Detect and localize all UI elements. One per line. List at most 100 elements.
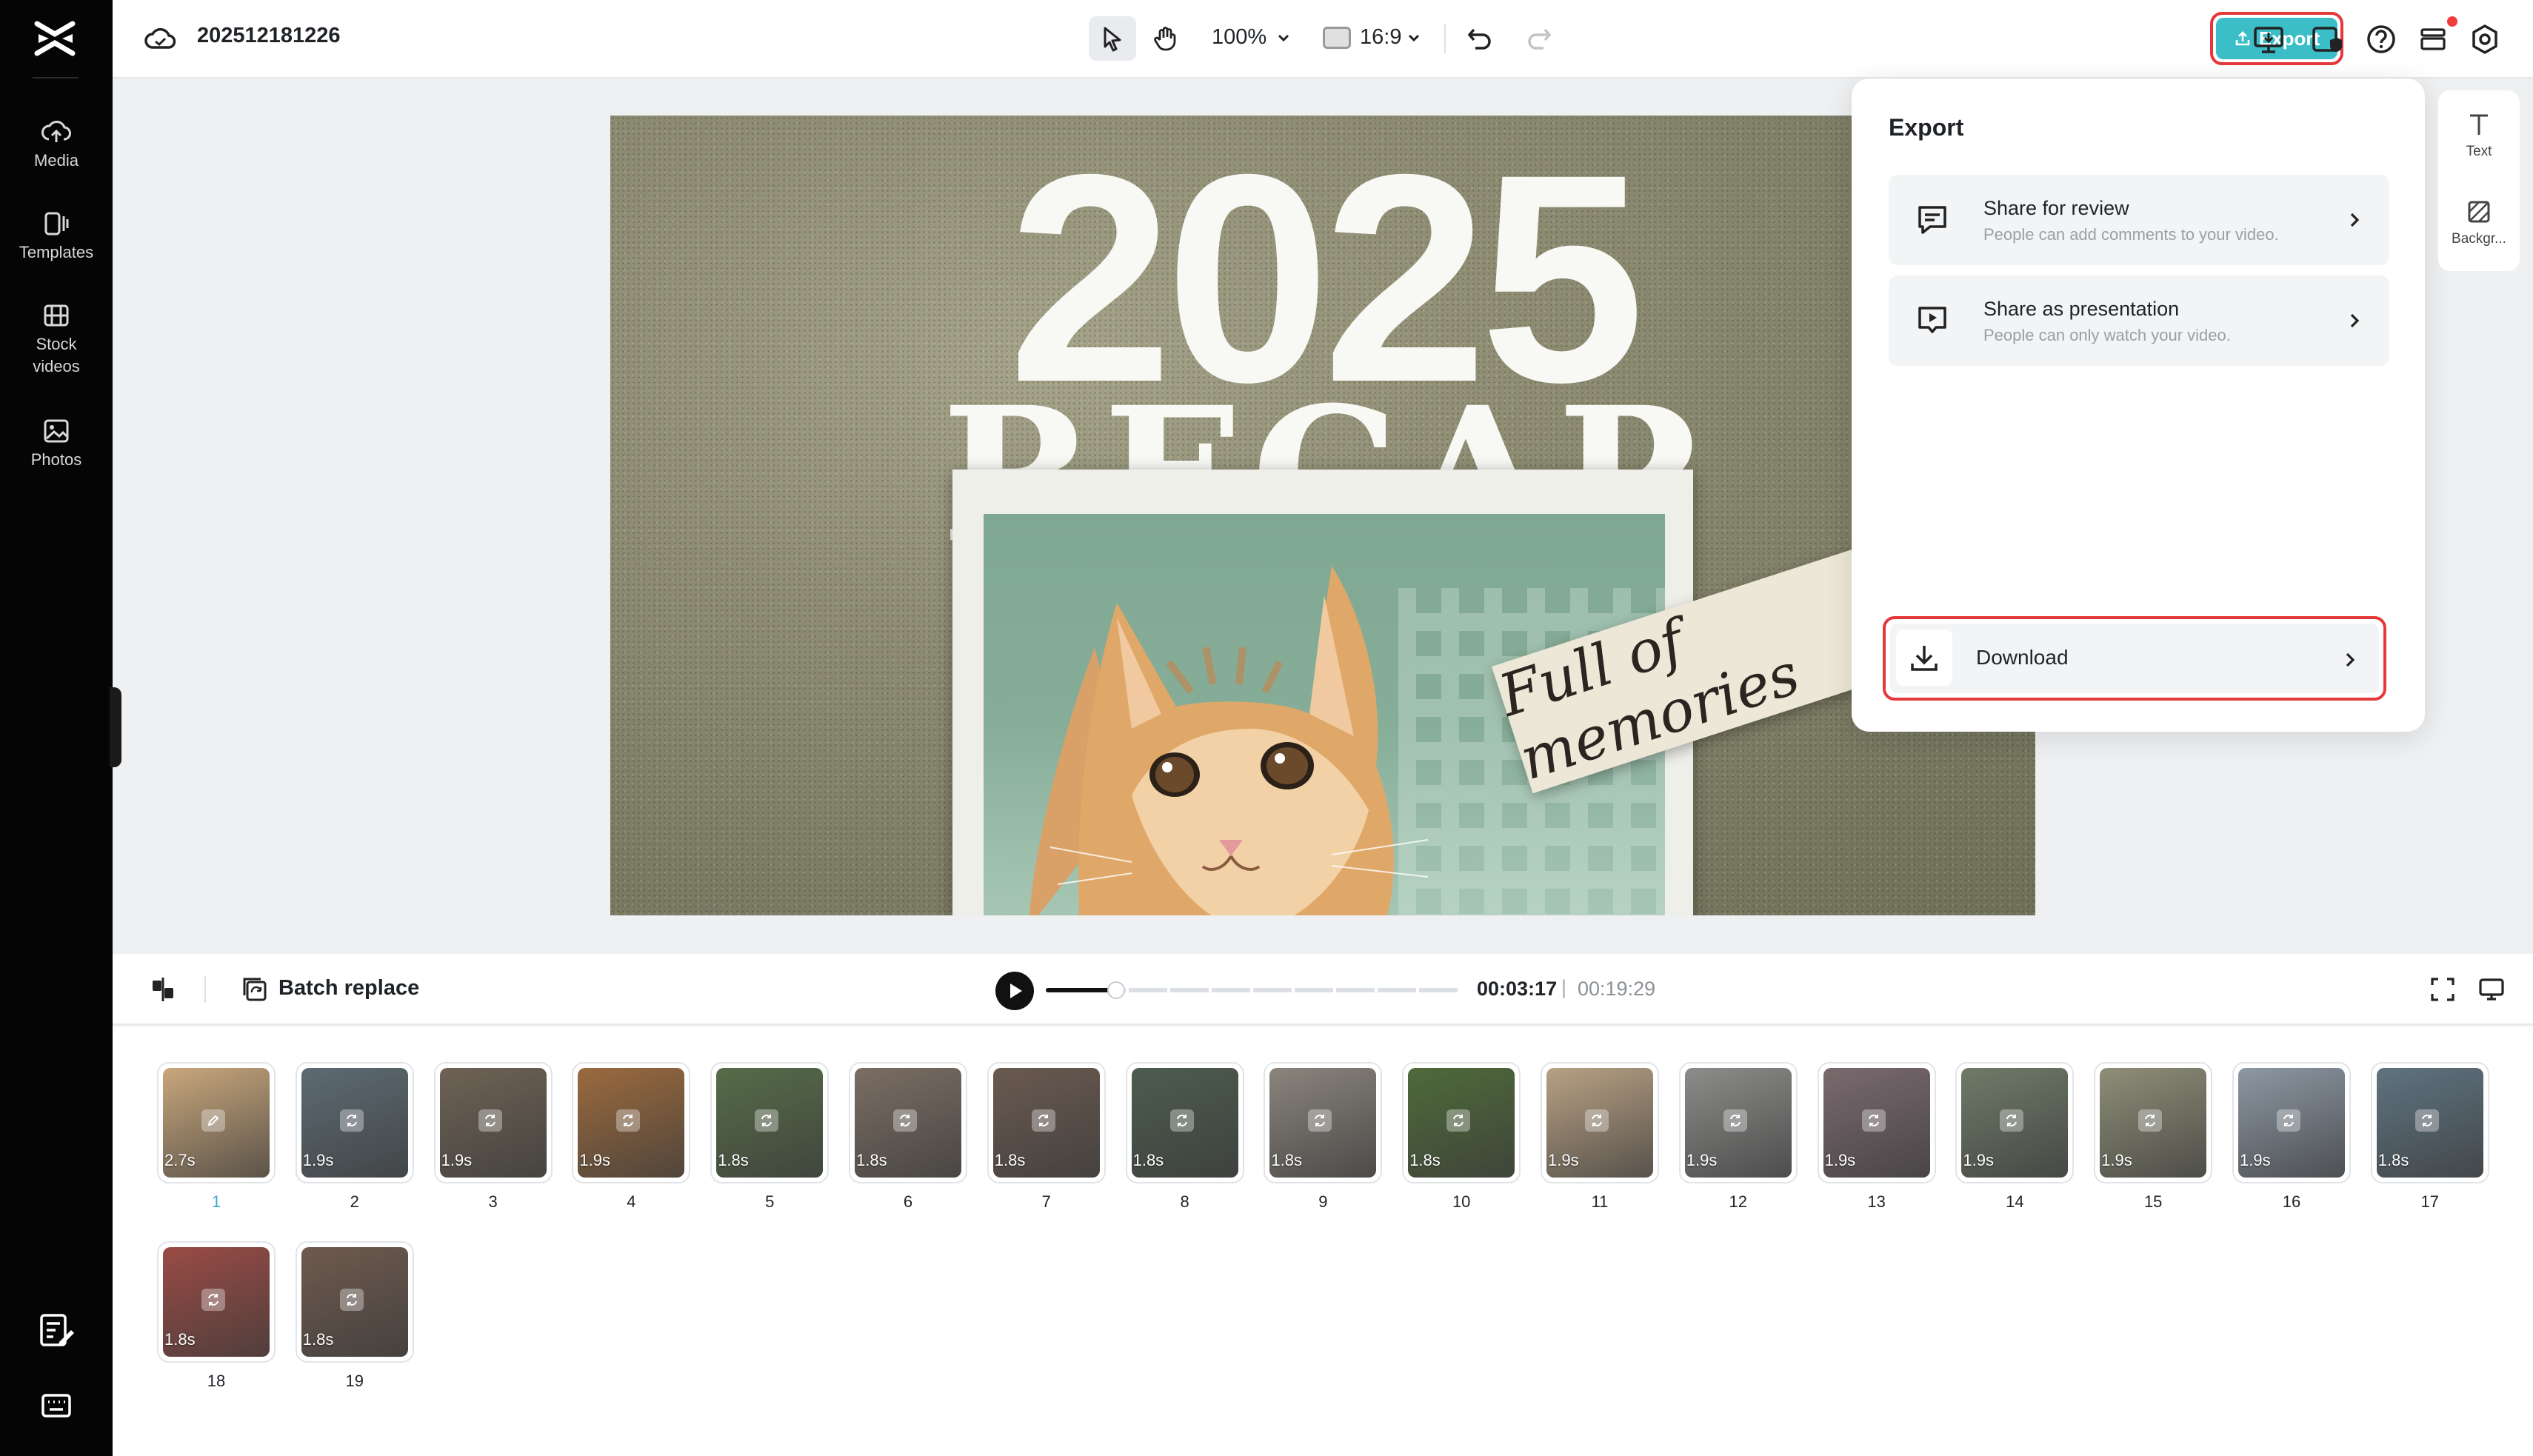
right-panel-background[interactable]: Backgr... <box>2438 197 2520 247</box>
thumbnail-number: 2 <box>350 1192 359 1211</box>
replace-icon[interactable] <box>1446 1109 1471 1132</box>
export-panel: Export Share for review People can add c… <box>1852 79 2425 732</box>
thumbnail-duration: 1.9s <box>2101 1151 2132 1169</box>
download-option[interactable]: Download <box>1890 624 2379 693</box>
sidebar-item-label: Stock videos <box>33 335 80 375</box>
undo-icon[interactable] <box>1464 22 1496 55</box>
present-screen-icon[interactable] <box>2252 22 2286 56</box>
thumbnail-number: 7 <box>1041 1192 1051 1211</box>
keyboard-icon[interactable] <box>37 1386 76 1425</box>
replace-icon[interactable] <box>1308 1109 1332 1132</box>
scene-thumbnail[interactable]: 1.8s <box>849 1062 967 1183</box>
settings-gear-icon[interactable] <box>2468 22 2502 56</box>
help-icon[interactable] <box>2364 22 2398 56</box>
batch-replace-button[interactable]: Batch replace <box>278 976 419 1001</box>
replace-icon[interactable] <box>2138 1109 2163 1132</box>
monitor-icon[interactable] <box>2477 975 2506 1004</box>
replace-icon[interactable] <box>1169 1109 1194 1132</box>
right-tool-panel: Text Backgr... <box>2438 90 2520 271</box>
option-title: Share for review <box>1983 197 2129 219</box>
scene-thumbnail[interactable]: 2.7s <box>157 1062 276 1183</box>
replace-icon[interactable] <box>1031 1109 1055 1132</box>
replace-icon[interactable] <box>201 1289 225 1311</box>
thumbnail-number: 9 <box>1318 1192 1328 1211</box>
zoom-level[interactable]: 100% <box>1212 25 1266 50</box>
sidebar-item-photos[interactable]: Photos <box>0 418 113 471</box>
scene-thumbnail[interactable]: 1.8s <box>295 1241 414 1363</box>
replace-icon[interactable] <box>339 1109 364 1132</box>
thumbnail-duration: 1.9s <box>1963 1151 1994 1169</box>
scene-thumbnail[interactable]: 1.9s <box>1955 1062 2075 1183</box>
scene-thumbnail[interactable]: 1.9s <box>2232 1062 2351 1183</box>
thumbnail-duration: 1.8s <box>164 1330 196 1349</box>
scene-thumbnail[interactable]: 1.8s <box>1125 1062 1244 1183</box>
sidebar-item-label: Templates <box>19 243 94 261</box>
shield-device-icon[interactable] <box>2309 22 2343 56</box>
replace-icon[interactable] <box>2277 1109 2300 1132</box>
share-as-presentation-option[interactable]: Share as presentation People can only wa… <box>1889 275 2389 366</box>
thumbnail-number: 12 <box>1729 1192 1748 1211</box>
scene-thumbnail[interactable]: 1.9s <box>295 1062 414 1183</box>
replace-icon[interactable] <box>1861 1109 1886 1132</box>
scene-thumbnail[interactable]: 1.8s <box>987 1062 1106 1183</box>
capcut-logo[interactable] <box>33 18 79 59</box>
sidebar-item-templates[interactable]: Templates <box>0 210 113 264</box>
feedback-icon[interactable] <box>37 1311 76 1349</box>
thumbnail-number: 4 <box>627 1192 636 1211</box>
replace-icon[interactable] <box>478 1109 502 1132</box>
batch-replace-icon[interactable] <box>240 975 270 1004</box>
replace-icon[interactable] <box>339 1289 364 1311</box>
thumbnail-number: 3 <box>488 1192 498 1211</box>
scene-thumbnail[interactable]: 1.9s <box>1678 1062 1798 1183</box>
stack-icon[interactable] <box>2416 22 2450 56</box>
redo-icon[interactable] <box>1523 22 1555 55</box>
hand-tool-button[interactable] <box>1142 16 1189 61</box>
scene-thumbnail[interactable]: 1.9s <box>572 1062 691 1183</box>
scene-thumbnail[interactable]: 1.8s <box>710 1062 830 1183</box>
fullscreen-icon[interactable] <box>2428 975 2457 1004</box>
sidebar-item-label: Media <box>34 151 79 170</box>
scene-thumbnail[interactable]: 1.8s <box>1402 1062 1521 1183</box>
aspect-ratio-icon <box>1323 27 1351 49</box>
scene-thumbnail[interactable]: 1.9s <box>1541 1062 1659 1183</box>
progress-fill <box>1046 988 1117 992</box>
scene-thumbnail[interactable]: 1.8s <box>1264 1062 1383 1183</box>
playback-progress[interactable] <box>1046 981 1461 999</box>
right-panel-text[interactable]: Text <box>2438 110 2520 160</box>
sidebar-item-stock-videos[interactable]: Stock videos <box>0 302 113 378</box>
sidebar-collapse-handle[interactable] <box>110 687 121 767</box>
download-label: Download <box>1976 646 2069 669</box>
aspect-ratio[interactable]: 16:9 <box>1360 25 1401 50</box>
scene-thumbnail[interactable]: 1.8s <box>2370 1062 2489 1183</box>
scene-thumbnail[interactable]: 1.9s <box>2094 1062 2213 1183</box>
comment-icon <box>1914 201 1951 238</box>
thumbnail-number: 1 <box>211 1192 221 1211</box>
progress-knob[interactable] <box>1107 981 1126 999</box>
replace-icon[interactable] <box>1585 1109 1609 1132</box>
total-time: 00:19:29 <box>1578 978 1656 1000</box>
thumbnail-duration: 1.8s <box>1409 1151 1441 1169</box>
scene-thumbnail[interactable]: 1.9s <box>1817 1062 1936 1183</box>
replace-icon[interactable] <box>1723 1109 1747 1132</box>
thumbnail-number: 11 <box>1591 1192 1609 1211</box>
sidebar-item-media[interactable]: Media <box>0 118 113 172</box>
replace-icon[interactable] <box>2000 1109 2024 1132</box>
thumbnail-duration: 1.9s <box>441 1151 473 1169</box>
chevron-down-icon[interactable] <box>1406 30 1422 46</box>
project-name[interactable]: 202512181226 <box>197 24 341 48</box>
replace-icon[interactable] <box>2414 1109 2439 1132</box>
chevron-right-icon <box>2350 313 2360 328</box>
video-canvas[interactable]: 2025 RECAP Full of <box>610 116 2035 915</box>
scene-thumbnail[interactable]: 1.9s <box>433 1062 553 1183</box>
scene-thumbnail[interactable]: 1.8s <box>157 1241 276 1363</box>
cloud-sync-icon[interactable] <box>144 24 176 53</box>
edit-icon[interactable] <box>201 1109 225 1132</box>
replace-icon[interactable] <box>755 1109 779 1132</box>
split-icon[interactable] <box>148 975 178 1004</box>
share-for-review-option[interactable]: Share for review People can add comments… <box>1889 175 2389 265</box>
play-button[interactable] <box>995 972 1034 1010</box>
chevron-down-icon[interactable] <box>1275 30 1292 46</box>
replace-icon[interactable] <box>616 1109 641 1132</box>
select-tool-button[interactable] <box>1089 16 1136 61</box>
replace-icon[interactable] <box>893 1109 917 1132</box>
